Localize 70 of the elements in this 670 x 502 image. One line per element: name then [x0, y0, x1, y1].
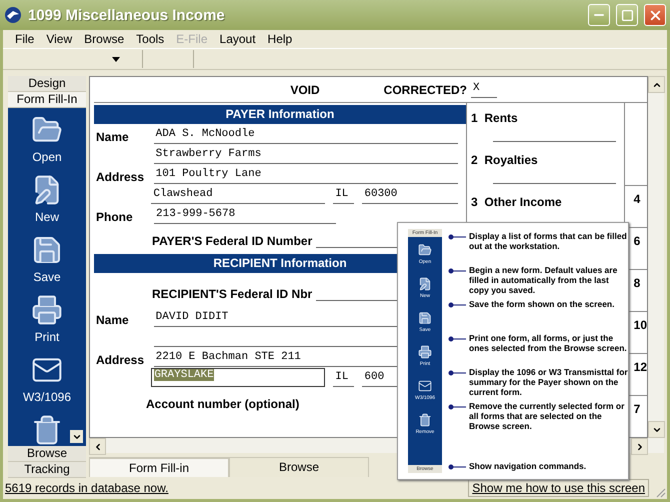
close-button[interactable] [644, 4, 666, 26]
field-label: Name [95, 313, 130, 327]
scroll-down-button[interactable] [70, 430, 83, 443]
bullet-line-icon [448, 234, 466, 240]
printer-icon [418, 345, 432, 359]
menu-item[interactable]: View [40, 32, 78, 46]
folder-icon [418, 243, 432, 257]
form-tab[interactable]: Browse [229, 457, 369, 477]
document-pen-icon [418, 277, 432, 291]
field-label: RECIPIENT'S Federal ID Nbr [152, 287, 312, 301]
field-label: Account number (optional) [146, 397, 300, 411]
trash-can-icon [31, 414, 63, 446]
tool-label[interactable]: Open [32, 150, 62, 164]
box-label: 3 Other Income [471, 195, 563, 209]
bullet-line-icon [448, 370, 466, 376]
resize-grip-icon [654, 486, 666, 498]
section-header: PAYER Information [94, 105, 466, 124]
sidebar-tab[interactable]: Design [8, 76, 86, 92]
caret-icon [112, 56, 120, 62]
state-field[interactable]: IL [333, 188, 354, 204]
tool-label[interactable]: W3/1096 [22, 390, 72, 404]
city-field[interactable]: Clawshead [151, 188, 326, 204]
sidebar-tab[interactable]: Browse [8, 446, 86, 462]
vertical-scrollbar[interactable] [648, 76, 664, 438]
tool-label[interactable]: New [34, 210, 59, 224]
bullet-line-icon [448, 404, 466, 410]
menu-item[interactable]: Layout [214, 32, 262, 46]
corrected-field[interactable]: X [471, 82, 497, 98]
input-field[interactable]: 213-999-5678 [154, 208, 336, 224]
maximize-icon [620, 8, 634, 22]
box-label: 2 Royalties [471, 153, 539, 167]
menu-item[interactable]: File [9, 32, 40, 46]
zip-field[interactable]: 60300 [362, 188, 458, 204]
printer-icon [31, 294, 63, 326]
input-field[interactable]: ADA S. McNoodle [154, 128, 458, 144]
field-label: Phone [95, 210, 134, 224]
bullet-line-icon [448, 336, 466, 342]
bullet-line-icon [448, 268, 466, 274]
bullet-line-icon [448, 464, 466, 470]
window-title: 1099 Miscellaneous Income [28, 6, 226, 24]
records-count-link[interactable]: 5619 records in database now. [5, 481, 168, 495]
app-logo-icon [4, 6, 22, 24]
maximize-button[interactable] [616, 4, 638, 26]
trash-can-icon [418, 413, 432, 427]
tool-label[interactable]: Print [34, 330, 60, 344]
input-field[interactable]: 101 Poultry Lane [154, 168, 458, 184]
menu-item[interactable]: Help [262, 32, 298, 46]
form-tab[interactable]: Form Fill-in [89, 457, 229, 477]
state-field[interactable]: IL [333, 371, 354, 387]
tool-label[interactable]: Save [33, 270, 61, 284]
bullet-line-icon [448, 302, 466, 308]
sidebar-tab[interactable]: Tracking [8, 462, 86, 478]
void-label: VOID [290, 82, 320, 96]
field-label: Name [95, 130, 130, 144]
city-field[interactable]: GRAYSLAKE [151, 368, 326, 387]
field-label: Address [95, 170, 146, 184]
help-description: Save the form shown on the screen. [469, 299, 614, 309]
menu-item[interactable]: Browse [78, 32, 130, 46]
minimize-button[interactable] [588, 4, 610, 26]
envelope-icon [418, 379, 432, 393]
corrected-label: CORRECTED? [384, 82, 467, 96]
field-label: Address [95, 353, 146, 367]
help-description: Begin a new form. Default values are filled in automatically from the last copy you saved. [469, 265, 618, 295]
help-description: Remove the currently selected form or all forms that are selected on the Browse screen. [469, 401, 626, 431]
sidebar-tab[interactable]: Form Fill-In [8, 92, 86, 108]
field-label: PAYER'S Federal ID Number [152, 234, 312, 248]
help-description: Show navigation commands. [469, 461, 586, 471]
menu-item[interactable]: Tools [130, 32, 170, 46]
box-label: 1 Rents [471, 111, 519, 125]
input-field[interactable]: Strawberry Farms [154, 148, 458, 164]
